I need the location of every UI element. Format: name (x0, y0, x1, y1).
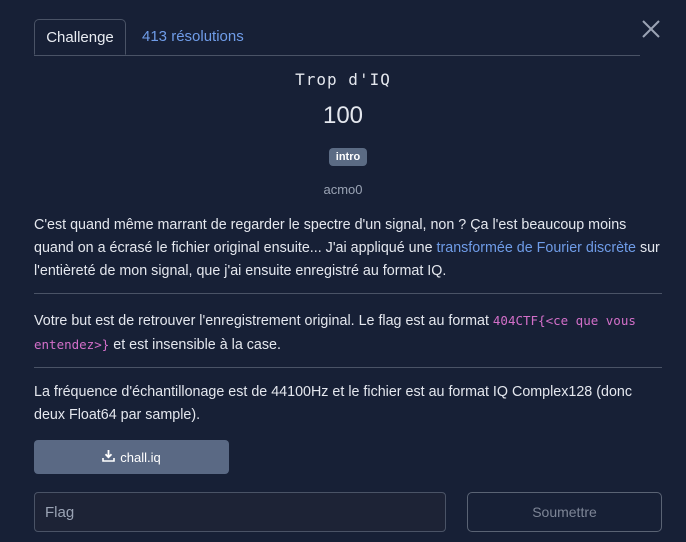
description-paragraph-2: Votre but est de retrouver l'enregistrem… (34, 309, 664, 357)
tab-solves[interactable]: 413 résolutions (142, 19, 244, 55)
download-icon (102, 449, 116, 465)
challenge-points: 100 (322, 102, 364, 129)
description-paragraph-1: C'est quand même marrant de regarder le … (34, 214, 664, 283)
fourier-link[interactable]: transformée de Fourier discrète (437, 240, 636, 256)
description-text: et est insensible à la case. (109, 337, 281, 353)
file-name: chall.iq (120, 449, 161, 465)
challenge-modal: Challenge 413 résolutions Trop d'IQ 100 … (0, 0, 686, 542)
divider (34, 293, 662, 294)
challenge-title: Trop d'IQ (295, 70, 391, 89)
divider (34, 367, 662, 368)
close-icon[interactable] (642, 20, 660, 38)
submit-button[interactable]: Soumettre (467, 492, 662, 532)
tab-bar: Challenge 413 résolutions (34, 19, 640, 56)
description-paragraph-3: La fréquence d'échantillonage est de 441… (34, 384, 632, 423)
flag-input[interactable] (34, 492, 446, 532)
category-badge: intro (329, 148, 367, 166)
challenge-author: acmo0 (323, 182, 363, 197)
download-file-button[interactable]: chall.iq (34, 440, 229, 474)
description-text: Votre but est de retrouver l'enregistrem… (34, 313, 493, 329)
tab-challenge[interactable]: Challenge (34, 19, 126, 55)
